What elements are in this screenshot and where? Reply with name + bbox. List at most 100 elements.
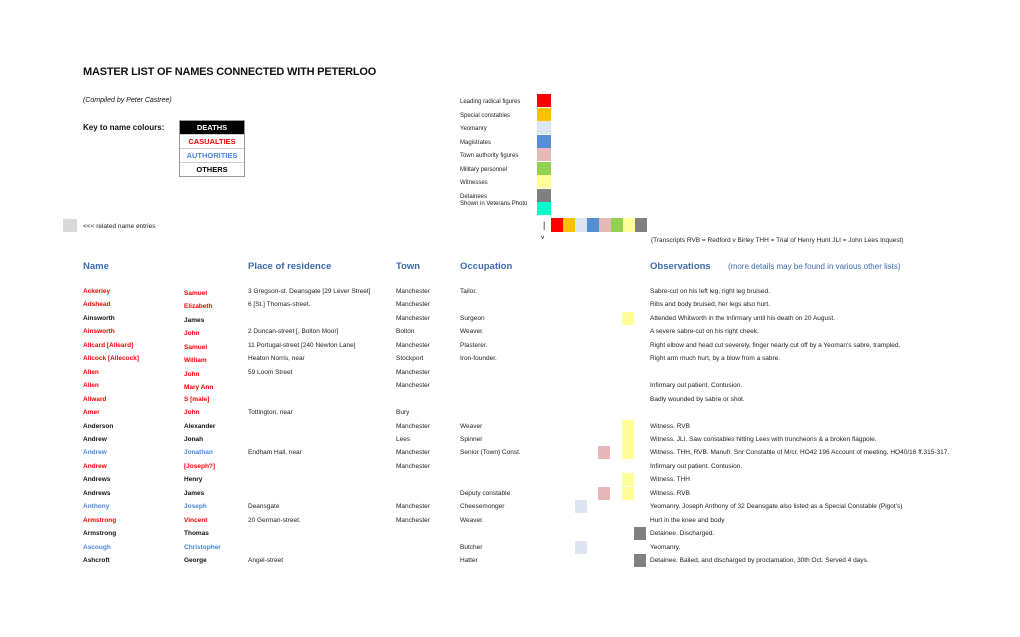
residence: Deansgate: [248, 503, 280, 511]
first-name: Jonah: [184, 435, 204, 443]
town: Manchester: [396, 462, 430, 470]
header-name: Name: [83, 261, 109, 272]
occupation: Surgeon: [460, 314, 485, 322]
first-name: S [male]: [184, 395, 210, 403]
surname: Ainsworth: [83, 314, 115, 322]
legend-label: Yeomanry: [460, 126, 487, 132]
legend-swatch: [537, 161, 551, 175]
surname: Anderson: [83, 422, 114, 430]
residence: Heaton Norris, near: [248, 355, 305, 363]
occupation: Iron-founder.: [460, 355, 497, 363]
occupation: Weaver.: [460, 516, 484, 524]
town: Stockport: [396, 355, 424, 363]
town: Manchester: [396, 382, 430, 390]
observation: Hurt in the knee and body: [650, 516, 725, 524]
occupation: Weaver: [460, 422, 483, 430]
legend-swatch: [537, 107, 551, 121]
key-deaths: DEATHS: [180, 121, 244, 134]
first-name: John: [184, 370, 200, 378]
observation: Infirmary out patient. Contusion.: [650, 382, 743, 390]
surname: Allen: [83, 368, 99, 376]
first-name: Joseph: [184, 503, 207, 511]
document-page: MASTER LIST OF NAMES CONNECTED WITH PETE…: [0, 0, 1020, 637]
occupation: Hatter: [460, 557, 478, 564]
header-residence: Place of residence: [248, 261, 332, 272]
first-name: [Joseph?]: [184, 462, 216, 470]
town-marker: [598, 446, 610, 460]
witness-marker: [622, 432, 634, 446]
witness-marker: [622, 419, 634, 433]
occupation: Deputy constable: [460, 489, 511, 497]
residence: 6 [St.] Thomas-street.: [248, 301, 311, 309]
first-name: Thomas: [184, 530, 209, 538]
surname: Allen: [83, 382, 99, 390]
residence: 20 German-street.: [248, 516, 301, 524]
detainee-marker: [634, 527, 646, 541]
legend-swatch: [537, 175, 551, 188]
observation: Right arm much hurt, by a blow from a sa…: [650, 355, 781, 363]
transcripts-note: (Transcripts RVB = Redford v Birley THH …: [651, 237, 904, 244]
observation: Attended Whitworth in the Infirmary unti…: [650, 314, 835, 322]
header-occupation: Occupation: [460, 261, 513, 272]
town: Manchester: [396, 449, 430, 457]
yeomanry-marker: [575, 500, 587, 514]
surname: Andrew: [83, 462, 107, 470]
page-title: MASTER LIST OF NAMES CONNECTED WITH PETE…: [83, 66, 377, 78]
first-name: Vincent: [184, 516, 208, 524]
arrow-bar: |: [543, 220, 546, 230]
town-marker: [598, 486, 610, 500]
town: Manchester: [396, 503, 430, 511]
occupation: Spinner: [460, 435, 483, 443]
legend-swatch: [537, 134, 551, 148]
residence: 11 Portugal-street [240 Newton Lane]: [248, 341, 356, 349]
legend-label: Shown in Veterans Photo: [460, 201, 528, 207]
surname: Allward: [83, 395, 107, 403]
residence: 2 Duncan-street [, Bolton Moor]: [248, 328, 339, 336]
first-name: Samuel: [184, 343, 208, 351]
legend-strip-swatch: [587, 218, 599, 232]
legend-label: Leading radical figures: [460, 99, 521, 105]
name-colour-key: DEATHS CASUALTIES AUTHORITIES OTHERS: [179, 120, 245, 177]
town: Bolton: [396, 328, 415, 336]
first-name: Elizabeth: [184, 303, 213, 311]
first-name: William: [184, 357, 207, 365]
observation: Witness. JLI. Saw constables hitting Lee…: [650, 435, 877, 443]
occupation: Butcher: [460, 543, 483, 551]
town: Lees: [396, 435, 411, 443]
surname: Andrews: [83, 476, 111, 484]
observation: Witness. RVB: [650, 422, 690, 430]
residence: 59 Loom Street: [248, 368, 293, 376]
first-name: Alexander: [184, 422, 216, 430]
observation: Witness. RVB: [650, 489, 690, 497]
legend-swatch: [537, 148, 551, 161]
residence: Angel-street: [248, 557, 284, 564]
first-name: John: [184, 409, 200, 417]
first-name: George: [184, 557, 207, 564]
detainee-marker: [634, 554, 646, 567]
town: Manchester: [396, 301, 430, 309]
surname: Anthony: [83, 503, 110, 511]
residence: Tottington, near: [248, 409, 293, 417]
first-name: James: [184, 489, 205, 497]
observation: Yeomanry. Joseph Anthony of 32 Deansgate…: [650, 503, 903, 511]
arrow-v: v: [541, 234, 545, 241]
first-name: John: [184, 330, 200, 338]
related-swatch: [63, 219, 77, 232]
surname: Ashcroft: [83, 557, 110, 564]
legend-label: Special constables: [460, 112, 511, 119]
surname: Ainsworth: [83, 328, 115, 336]
key-others: OTHERS: [180, 162, 244, 176]
legend-strip-swatch: [635, 218, 647, 232]
legend-strip-swatch: [599, 218, 611, 232]
first-name: James: [184, 316, 205, 324]
witness-marker: [622, 473, 634, 487]
key-authorities: AUTHORITIES: [180, 148, 244, 162]
occupation: Weaver.: [460, 328, 484, 336]
header-town: Town: [396, 261, 421, 272]
legend-swatch: [537, 121, 551, 134]
first-name: Mary Ann: [184, 384, 214, 392]
first-name: Samuel: [184, 290, 208, 297]
compiled-by: (Compiled by Peter Castree): [83, 97, 172, 104]
legend-swatch: [537, 94, 551, 107]
surname: Andrews: [83, 489, 111, 497]
